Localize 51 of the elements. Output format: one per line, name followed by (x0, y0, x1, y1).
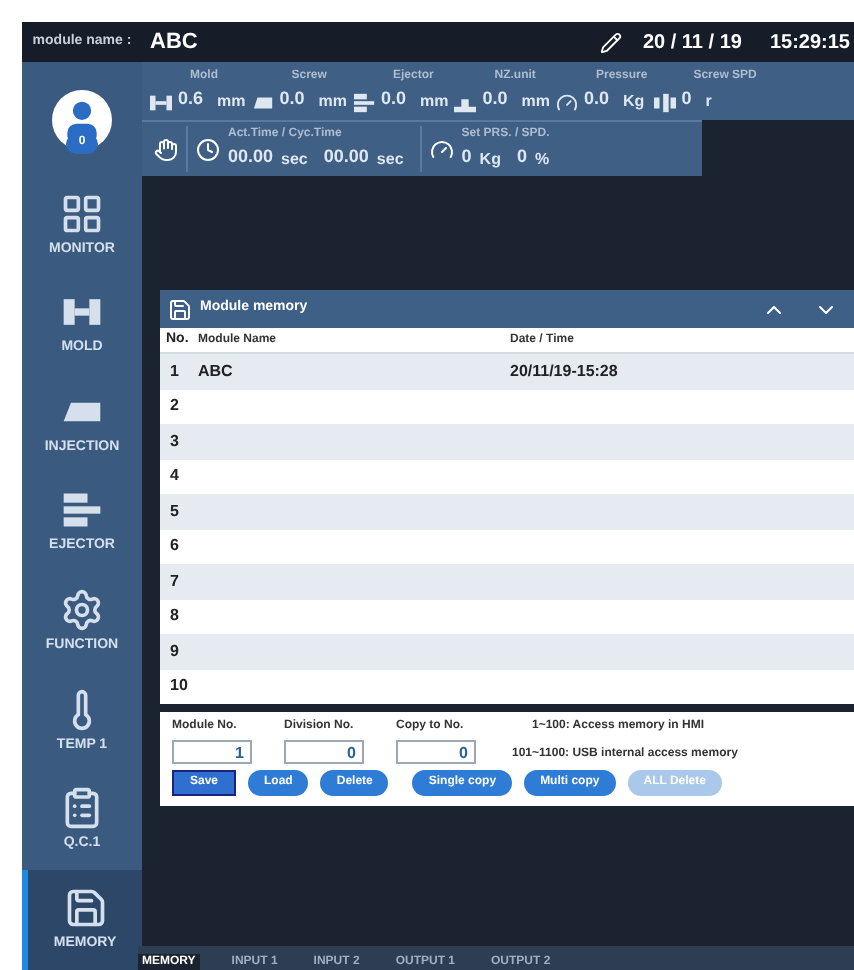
table-cell-text: 5 (168, 499, 181, 524)
table-cell-text: 2 (168, 394, 181, 419)
input-field[interactable]: 0 (396, 740, 476, 764)
stat-unit: mm (217, 89, 246, 114)
table-cell-text: 10 (168, 674, 190, 699)
stat-unit: mm (420, 89, 449, 114)
table-row[interactable]: 1 ABC 20/11/19-15:28 (160, 354, 854, 389)
table-cell-text: 6 (168, 534, 181, 559)
table-row[interactable]: 5 (160, 494, 854, 529)
stat-unit: Kg (479, 147, 501, 172)
table-cell-text: 8 (168, 604, 181, 629)
gauge-icon (556, 91, 578, 114)
table-cell-text: 1 (168, 359, 181, 384)
stat-unit: mm (521, 89, 550, 114)
stat-value: 0 (461, 144, 472, 171)
stat-value: 0.6 (178, 86, 204, 113)
stat-value: 0 (681, 86, 692, 113)
stat-value: 0 (516, 144, 527, 171)
stat-value: 0.0 (482, 86, 508, 113)
table-row[interactable]: 9 (160, 634, 854, 669)
stat-unit: mm (318, 89, 347, 114)
module-name-value: ABC (150, 27, 198, 58)
stat-value: 0.0 (381, 86, 407, 113)
stat-value: 00.00 (228, 144, 274, 171)
grid-icon (60, 191, 104, 236)
stat-value: 0.0 (279, 86, 305, 113)
input-field[interactable]: 1 (172, 740, 252, 764)
table-cell-text: ABC (198, 359, 235, 384)
table-cell-text: 9 (168, 639, 181, 664)
stat-unit: sec (376, 147, 404, 172)
input-field[interactable]: 0 (284, 740, 364, 764)
stat-unit: r (705, 89, 712, 114)
stat-unit: % (534, 147, 550, 172)
stat-unit: Kg (623, 89, 645, 114)
date-text: 20 / 11 / 19 (642, 29, 742, 57)
time-text: 15:29:15 (769, 29, 850, 57)
table-cell-text: 4 (168, 464, 181, 489)
clock-icon (196, 137, 220, 161)
stat-unit: sec (281, 147, 308, 172)
table-cell-text: 3 (168, 429, 181, 454)
gauge-icon (429, 137, 454, 161)
stat-value: 00.00 (323, 144, 369, 171)
stat-value: 0.0 (584, 86, 610, 113)
table-row[interactable]: 3 (160, 424, 854, 459)
gear-icon (60, 588, 104, 633)
hand-icon (154, 137, 178, 161)
table-cell: 20/11/19-15:28 (510, 359, 618, 384)
table-cell-text: 7 (168, 569, 181, 594)
pencil-icon[interactable] (600, 31, 623, 53)
clipboard-icon (60, 786, 104, 831)
table-row[interactable]: 7 (160, 564, 854, 599)
